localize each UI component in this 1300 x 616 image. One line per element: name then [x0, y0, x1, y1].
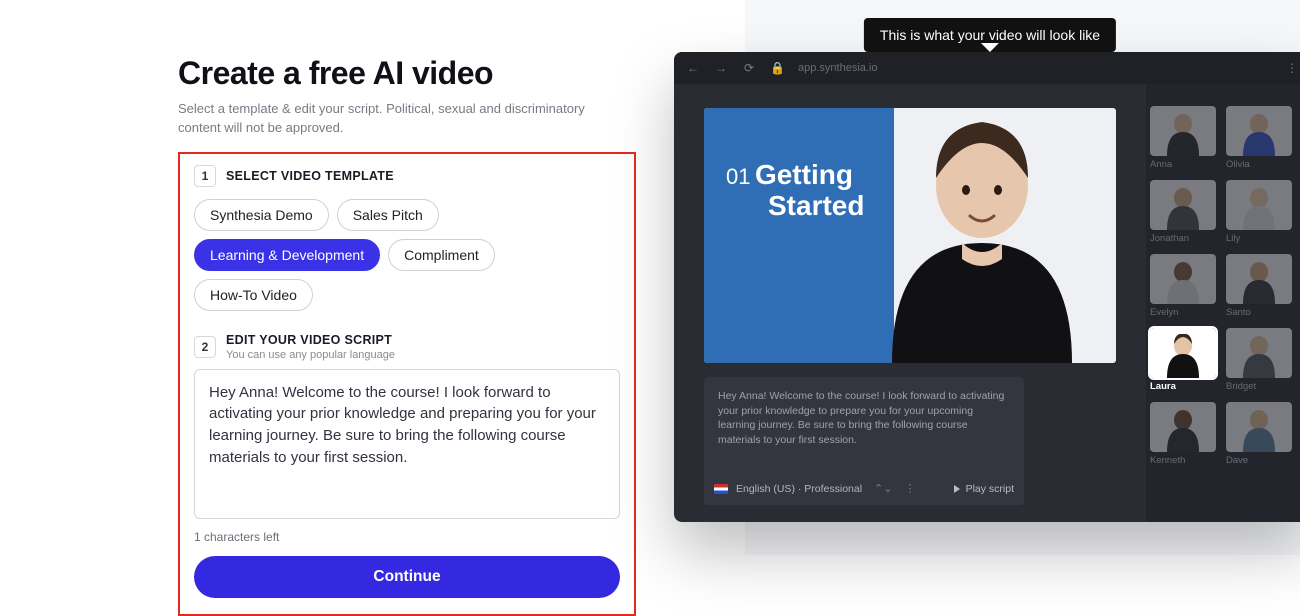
- avatar-rail: Anna Olivia Jonathan: [1146, 84, 1300, 522]
- forward-icon[interactable]: →: [714, 61, 728, 75]
- avatar-option-evelyn[interactable]: Evelyn: [1150, 254, 1216, 318]
- template-chip-learning-development[interactable]: Learning & Development: [194, 239, 380, 271]
- slide-number: 01: [726, 164, 750, 189]
- step-2-number: 2: [194, 336, 216, 358]
- play-script-label: Play script: [966, 482, 1014, 497]
- avatar-option-kenneth[interactable]: Kenneth: [1150, 402, 1216, 466]
- lock-icon: 🔒: [770, 61, 784, 75]
- presenter-avatar: [862, 108, 1102, 363]
- script-preview-box: Hey Anna! Welcome to the course! I look …: [704, 377, 1024, 505]
- form-panel: Create a free AI video Select a template…: [0, 0, 680, 600]
- avatar-option-santo[interactable]: Santo: [1226, 254, 1292, 318]
- video-slide: 01 Getting Started: [704, 108, 1116, 363]
- continue-button[interactable]: Continue: [194, 556, 620, 598]
- page-subtitle: Select a template & edit your script. Po…: [178, 100, 608, 138]
- step-1-label: SELECT VIDEO TEMPLATE: [226, 169, 394, 183]
- avatar-option-anna[interactable]: Anna: [1150, 106, 1216, 170]
- play-script-button[interactable]: Play script: [954, 482, 1014, 497]
- step-2-label: EDIT YOUR VIDEO SCRIPT: [226, 333, 395, 347]
- template-chip-row: Synthesia Demo Sales Pitch Learning & De…: [194, 199, 620, 311]
- play-icon: [954, 485, 960, 493]
- reload-icon[interactable]: ⟳: [742, 61, 756, 75]
- avatar-option-bridget[interactable]: Bridget: [1226, 328, 1292, 392]
- avatar-option-laura[interactable]: Laura: [1150, 328, 1216, 392]
- avatar-option-dave[interactable]: Dave: [1226, 402, 1292, 466]
- language-label[interactable]: English (US) · Professional: [736, 482, 862, 497]
- template-chip-compliment[interactable]: Compliment: [388, 239, 495, 271]
- avatar-option-jonathan[interactable]: Jonathan: [1150, 180, 1216, 244]
- template-chip-how-to-video[interactable]: How-To Video: [194, 279, 313, 311]
- avatar-option-olivia[interactable]: Olivia: [1226, 106, 1292, 170]
- language-bar: English (US) · Professional ⌃⌄ ⋮ Play sc…: [714, 482, 1014, 497]
- page-title: Create a free AI video: [178, 55, 680, 92]
- stepper-icon[interactable]: ⌃⌄: [874, 482, 892, 497]
- preview-browser: ← → ⟳ 🔒 app.synthesia.io ⋮ 01 Getting St…: [674, 52, 1300, 522]
- back-icon[interactable]: ←: [686, 61, 700, 75]
- preview-stage: 01 Getting Started: [674, 84, 1146, 522]
- preview-panel: This is what your video will look like ←…: [680, 0, 1300, 600]
- wizard-highlight: 1 SELECT VIDEO TEMPLATE Synthesia Demo S…: [178, 152, 636, 616]
- browser-url: app.synthesia.io: [798, 62, 878, 74]
- flag-icon: [714, 484, 728, 494]
- step-1-number: 1: [194, 165, 216, 187]
- step-1-header: 1 SELECT VIDEO TEMPLATE: [194, 165, 620, 187]
- step-2-sub: You can use any popular language: [226, 349, 395, 361]
- avatar-option-lily[interactable]: Lily: [1226, 180, 1292, 244]
- step-2-header: 2 EDIT YOUR VIDEO SCRIPT You can use any…: [194, 333, 620, 361]
- preview-tooltip: This is what your video will look like: [864, 18, 1116, 52]
- chars-left: 1 characters left: [194, 530, 620, 544]
- template-chip-synthesia-demo[interactable]: Synthesia Demo: [194, 199, 329, 231]
- more-icon[interactable]: ⋮: [1286, 61, 1298, 75]
- slide-title-line1: Getting: [755, 160, 853, 189]
- script-preview-text: Hey Anna! Welcome to the course! I look …: [718, 390, 1004, 446]
- script-textarea[interactable]: [194, 369, 620, 519]
- language-more-icon[interactable]: ⋮: [904, 482, 915, 497]
- template-chip-sales-pitch[interactable]: Sales Pitch: [337, 199, 439, 231]
